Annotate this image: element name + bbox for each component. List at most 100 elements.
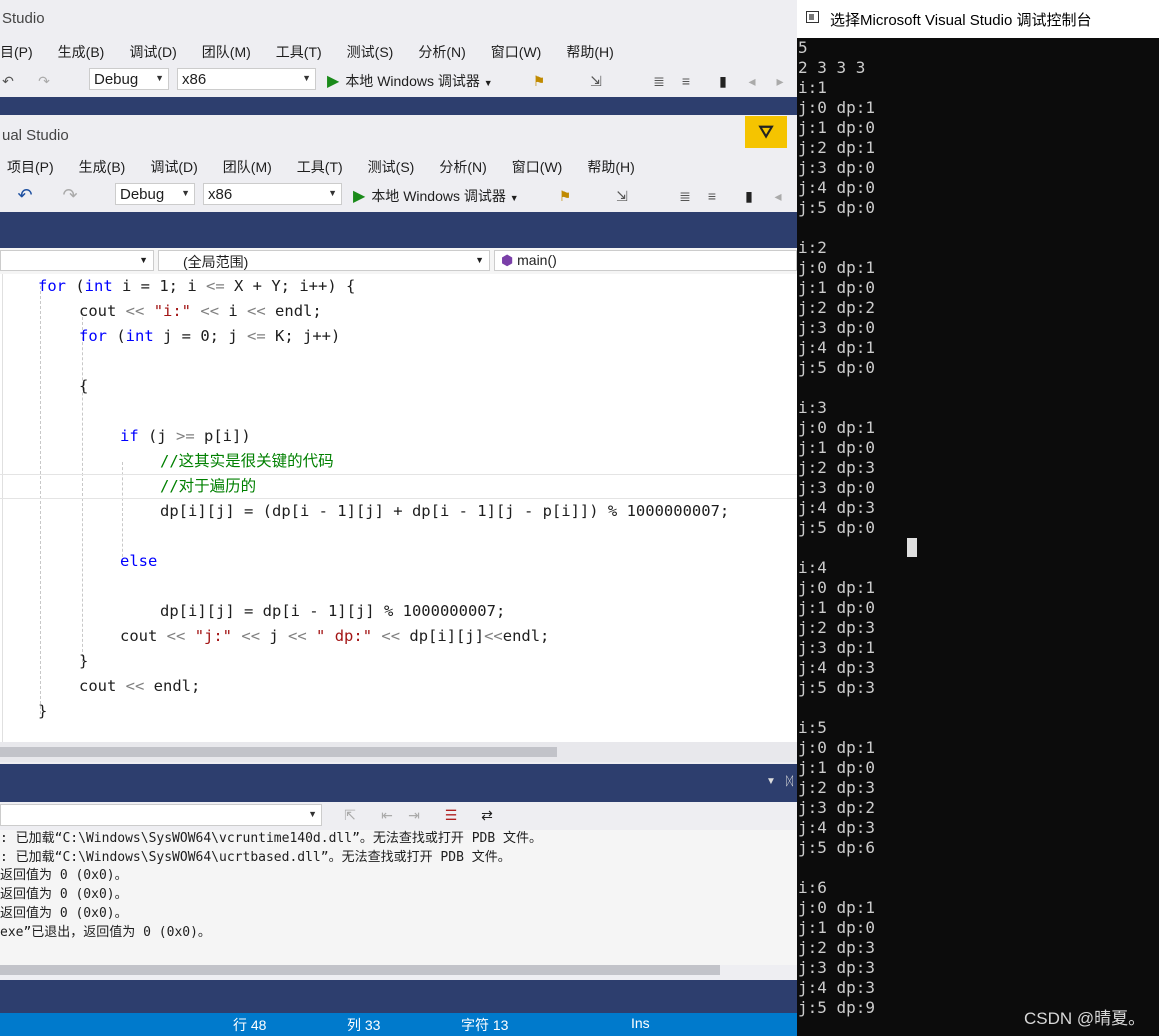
operator: <=: [247, 327, 266, 345]
code-token: p[i]): [194, 427, 251, 445]
code-line-14: }: [38, 702, 48, 720]
prev-bookmark-icon[interactable]: ◂: [770, 188, 786, 204]
code-token: (: [107, 327, 126, 345]
scope-dropdown[interactable]: (全局范围) ▼: [158, 250, 490, 271]
back-menu-test[interactable]: 测试(S): [347, 42, 394, 64]
code-token: dp[i][j]: [400, 627, 485, 645]
back-menu-project[interactable]: 目(P): [0, 42, 33, 64]
step-icon[interactable]: ⇲: [614, 188, 630, 204]
console-cursor: [907, 538, 917, 557]
editor-scroll-thumb[interactable]: [0, 747, 557, 757]
prev-message-icon[interactable]: ⇤: [379, 807, 395, 823]
pin-icon[interactable]: ᛞ: [786, 774, 793, 788]
status-bar: 行 48 列 33 字符 13 Ins: [0, 1013, 797, 1036]
platform-dropdown[interactable]: x86 ▼: [203, 183, 342, 205]
code-token: i: [219, 302, 248, 320]
redo-icon[interactable]: ↷: [62, 186, 78, 204]
console-title-bar[interactable]: 选择Microsoft Visual Studio 调试控制台: [797, 0, 1159, 38]
code-token: j = 0; j: [153, 327, 247, 345]
back-start-debugger-button[interactable]: ▶ 本地 Windows 调试器 ▼: [327, 71, 493, 91]
string-literal: " dp:": [316, 627, 373, 645]
back-toolbar: ↶ ↷ Debug ▼ x86 ▼ ▶ 本地 Windows 调试器 ▼ ⚑ ⇲ ≣ …: [0, 68, 797, 96]
function-dropdown[interactable]: ⬢ main(): [494, 250, 797, 271]
code-editor[interactable]: for (int i = 1; i <= X + Y; i++) { cout …: [0, 274, 797, 742]
code-line-2: cout << "i:" << i << endl;: [79, 299, 322, 324]
code-token: cout: [79, 302, 126, 320]
step-icon[interactable]: ⇲: [588, 73, 604, 89]
outdent-icon[interactable]: ≣: [651, 73, 667, 89]
back-menu-debug[interactable]: 调试(D): [129, 42, 176, 64]
back-platform-value: x86: [182, 71, 207, 88]
operator: <=: [206, 277, 225, 295]
back-platform-dropdown[interactable]: x86 ▼: [177, 68, 316, 90]
breakpoint-tool-icon[interactable]: ⚑: [557, 188, 573, 204]
menu-build[interactable]: 生成(B): [79, 157, 126, 179]
operator: >=: [176, 427, 195, 445]
chevron-down-icon[interactable]: ▼: [766, 776, 776, 787]
operator: <<: [484, 627, 503, 645]
comment-icon[interactable]: ≡: [704, 188, 720, 204]
next-bookmark-icon[interactable]: ▸: [772, 73, 788, 89]
code-token: endl;: [265, 302, 322, 320]
output-line: 返回值为 0 (0x0)。: [0, 887, 128, 902]
comment-icon[interactable]: ≡: [678, 73, 694, 89]
keyword: for: [79, 327, 107, 345]
bookmark-icon[interactable]: ▮: [715, 73, 731, 89]
output-line: : 已加载“C:\Windows\SysWOW64\vcruntime140d.…: [0, 831, 543, 846]
bookmark-icon[interactable]: ▮: [741, 188, 757, 204]
output-source-dropdown[interactable]: ▼: [0, 804, 322, 826]
undo-icon[interactable]: ↶: [0, 73, 16, 89]
redo-icon[interactable]: ↷: [36, 73, 52, 89]
code-token: K; j++): [265, 327, 341, 345]
output-pane: : 已加载“C:\Windows\SysWOW64\vcruntime140d.…: [0, 830, 797, 965]
back-menu-help[interactable]: 帮助(H): [566, 42, 613, 64]
outdent-icon[interactable]: ≣: [677, 188, 693, 204]
back-menu-team[interactable]: 团队(M): [202, 42, 251, 64]
back-menu-analyze[interactable]: 分析(N): [418, 42, 465, 64]
operator: <<: [288, 627, 307, 645]
function-cube-icon: ⬢: [501, 252, 514, 268]
menu-tools[interactable]: 工具(T): [297, 157, 343, 179]
back-menu-tools[interactable]: 工具(T): [276, 42, 322, 64]
menu-debug[interactable]: 调试(D): [150, 157, 197, 179]
status-char: 字符 13: [461, 1017, 509, 1033]
menu-test[interactable]: 测试(S): [368, 157, 415, 179]
clear-all-icon[interactable]: ☰: [443, 807, 459, 823]
code-line-5: if (j >= p[i]): [120, 424, 251, 449]
output-line: 返回值为 0 (0x0)。: [0, 906, 128, 921]
code-comment-1: //这其实是很关键的代码: [160, 452, 334, 470]
operator: <<: [125, 677, 145, 695]
debugger-label: 本地 Windows 调试器: [371, 188, 506, 204]
console-title: 选择Microsoft Visual Studio 调试控制台: [830, 12, 1092, 29]
back-menu-build[interactable]: 生成(B): [58, 42, 105, 64]
filter-icon[interactable]: ⛛: [745, 116, 787, 148]
project-dropdown[interactable]: ▼: [0, 250, 154, 271]
operator: <<: [200, 302, 220, 320]
output-scroll-thumb[interactable]: [0, 965, 720, 975]
menu-project[interactable]: 项目(P): [7, 157, 54, 179]
menu-window[interactable]: 窗口(W): [512, 157, 563, 179]
config-dropdown[interactable]: Debug ▼: [115, 183, 195, 205]
panel-tab-strip: [0, 980, 797, 1013]
find-message-icon[interactable]: ⇱: [342, 807, 358, 823]
keyword: int: [84, 277, 113, 295]
prev-bookmark-icon[interactable]: ◂: [744, 73, 760, 89]
code-line-10: dp[i][j] = dp[i - 1][j] % 1000000007;: [160, 602, 506, 620]
keyword: if: [120, 427, 139, 445]
undo-icon[interactable]: ↶: [17, 186, 33, 204]
chevron-down-icon: ▼: [483, 78, 493, 88]
menu-analyze[interactable]: 分析(N): [439, 157, 486, 179]
menu-team[interactable]: 团队(M): [223, 157, 272, 179]
debug-console[interactable]: 5 2 3 3 3 i:1 j:0 dp:1 j:1 dp:0 j:2 dp:1…: [797, 0, 1159, 1036]
menu-help[interactable]: 帮助(H): [587, 157, 634, 179]
breakpoint-tool-icon[interactable]: ⚑: [531, 73, 547, 89]
word-wrap-icon[interactable]: ⇄: [479, 807, 495, 823]
operator: <<: [166, 627, 186, 645]
next-message-icon[interactable]: ⇥: [406, 807, 422, 823]
back-config-dropdown[interactable]: Debug ▼: [89, 68, 169, 90]
chevron-down-icon: ▼: [509, 193, 519, 203]
back-menu-window[interactable]: 窗口(W): [491, 42, 542, 64]
start-debugger-button[interactable]: ▶ 本地 Windows 调试器 ▼: [353, 186, 519, 206]
